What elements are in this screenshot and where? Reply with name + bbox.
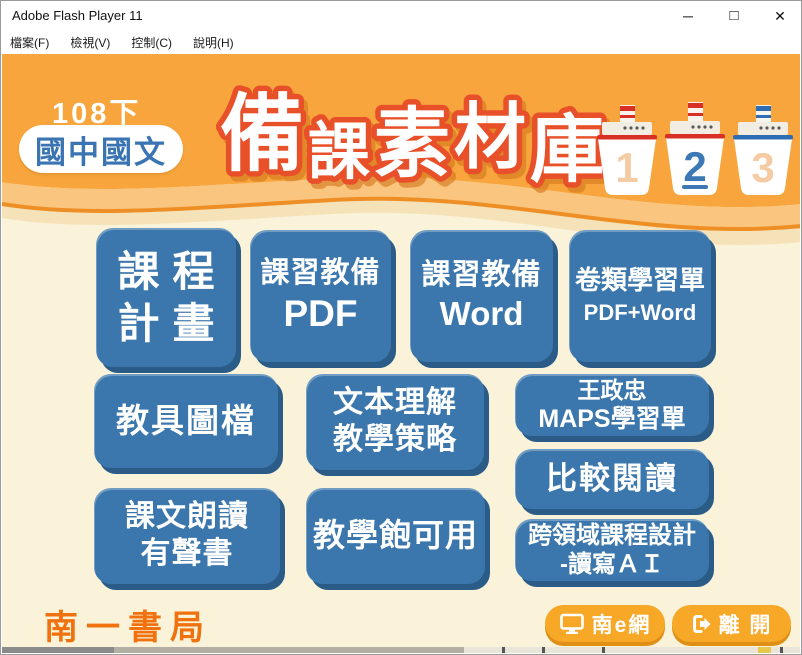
menu-bar: 檔案(F) 檢視(V) 控制(C) 說明(H) xyxy=(1,31,801,54)
button-label-line: 卷類學習單 xyxy=(575,265,705,297)
button-label-line: 計畫 xyxy=(104,298,227,349)
button-lesson-prep-word[interactable]: 課習教備 Word xyxy=(410,230,553,362)
minimize-button[interactable]: ─ xyxy=(673,5,703,27)
boat-tab-3[interactable]: 3 xyxy=(731,104,795,198)
window-titlebar: Adobe Flash Player 11 ─ □ ✕ xyxy=(1,1,801,31)
title-char-4: 材 xyxy=(454,98,526,178)
menu-file[interactable]: 檔案(F) xyxy=(10,34,49,51)
boat-3-number: 3 xyxy=(751,144,774,191)
subject-badge-label: 國中國文 xyxy=(35,127,167,172)
button-course-plan[interactable]: 課程 計畫 xyxy=(96,228,236,367)
button-worksheets-pdf-word[interactable]: 卷類學習單 PDF+Word xyxy=(569,230,711,362)
boat-1-number: 1 xyxy=(615,144,638,191)
button-label-line: 教學飽可用 xyxy=(313,516,478,555)
publisher-logo: 南一書局 xyxy=(44,600,212,647)
title-char-3: 素 xyxy=(374,102,450,187)
title-char-1: 備 xyxy=(220,87,304,181)
window-title: Adobe Flash Player 11 xyxy=(12,8,143,23)
button-cross-domain-reading-writing-ai[interactable]: 跨領域課程設計 -讀寫ＡＩ xyxy=(515,519,709,581)
button-label-line: 比較閱讀 xyxy=(546,460,678,498)
button-comparative-reading[interactable]: 比較閱讀 xyxy=(515,449,709,509)
button-label-line: 課習教備 xyxy=(260,256,380,291)
monitor-icon xyxy=(559,613,585,635)
button-label-line: 課文朗讀 xyxy=(125,499,249,536)
nan-e-web-label: 南e網 xyxy=(592,609,652,639)
button-label-line: 課程 xyxy=(104,246,227,297)
exit-button[interactable]: 離 開 xyxy=(672,605,791,642)
button-label-line: PDF xyxy=(284,291,358,336)
exit-icon xyxy=(691,614,712,634)
button-lesson-prep-pdf[interactable]: 課習教備 PDF xyxy=(250,230,391,362)
button-label-line: Word xyxy=(440,294,524,334)
boat-tab-1[interactable]: 1 xyxy=(595,104,659,198)
menu-view[interactable]: 檢視(V) xyxy=(70,34,110,51)
flash-player-window: Adobe Flash Player 11 ─ □ ✕ 檔案(F) 檢視(V) … xyxy=(0,0,802,655)
close-button[interactable]: ✕ xyxy=(765,5,795,27)
maximize-button[interactable]: □ xyxy=(719,5,749,27)
button-text-audio-book[interactable]: 課文朗讀 有聲書 xyxy=(94,488,280,584)
button-label-line: MAPS學習單 xyxy=(538,404,685,435)
button-label-line: 課習教備 xyxy=(421,258,541,293)
button-label-line: PDF+Word xyxy=(584,300,697,327)
background-window-sliver xyxy=(2,647,800,653)
boat-tab-2-selected[interactable]: 2 xyxy=(663,101,727,198)
button-label-line: 跨領域課程設計 xyxy=(528,521,696,550)
exit-label: 離 開 xyxy=(719,609,773,639)
menu-control[interactable]: 控制(C) xyxy=(131,34,172,51)
nan-e-web-button[interactable]: 南e網 xyxy=(545,605,665,642)
button-label-line: 有聲書 xyxy=(141,536,234,573)
subject-badge: 國中國文 xyxy=(19,125,183,173)
title-char-2: 課 xyxy=(308,118,370,187)
button-teaching-aid-images[interactable]: 教具圖檔 xyxy=(94,374,278,468)
button-text-comprehension-strategy[interactable]: 文本理解 教學策略 xyxy=(306,374,484,470)
button-label-line: 王政忠 xyxy=(578,376,647,404)
boat-2-selected-underline xyxy=(682,185,708,189)
button-label-line: 教具圖檔 xyxy=(116,401,256,441)
button-maps-worksheet[interactable]: 王政忠 MAPS學習單 xyxy=(515,374,709,436)
menu-help[interactable]: 說明(H) xyxy=(193,34,234,51)
button-label-line: -讀寫ＡＩ xyxy=(560,550,664,579)
button-label-line: 教學策略 xyxy=(333,422,457,459)
boat-2-number: 2 xyxy=(683,143,706,190)
flash-stage: 108下 國中國文 備 課 素 材 庫 1 xyxy=(2,54,800,647)
button-teaching-ready-to-use[interactable]: 教學飽可用 xyxy=(306,488,485,584)
title-char-5: 庫 xyxy=(530,108,604,191)
button-label-line: 文本理解 xyxy=(333,385,457,422)
app-title: 備 課 素 材 庫 xyxy=(212,58,612,208)
